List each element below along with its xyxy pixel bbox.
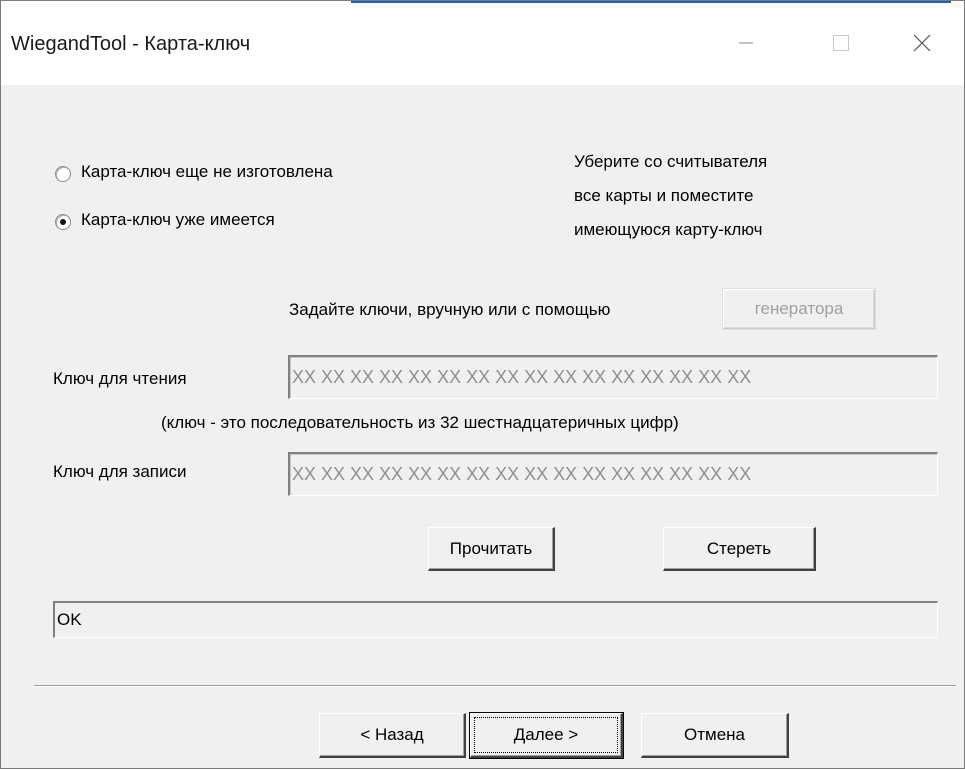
maximize-button[interactable]: [794, 1, 882, 85]
back-button[interactable]: < Назад: [319, 713, 466, 758]
minimize-icon: [739, 42, 753, 44]
footer-separator: [34, 685, 956, 687]
radio-card-not-made[interactable]: [55, 166, 71, 182]
generator-button[interactable]: генератора: [723, 289, 875, 329]
next-button[interactable]: Далее >: [469, 712, 624, 759]
radio-selected-dot: [60, 219, 66, 225]
instruction-line-3: имеющуюся карту-ключ: [574, 220, 763, 239]
status-field: OK: [53, 601, 938, 638]
cancel-button[interactable]: Отмена: [641, 713, 789, 758]
write-key-input[interactable]: XX XX XX XX XX XX XX XX XX XX XX XX XX X…: [288, 452, 938, 496]
minimize-button[interactable]: [701, 1, 789, 85]
read-button[interactable]: Прочитать: [428, 527, 555, 571]
instruction-line-1: Уберите со считывателя: [574, 152, 768, 171]
close-icon: [913, 34, 931, 52]
instruction-line-2: все карты и поместите: [574, 186, 754, 205]
read-key-input[interactable]: XX XX XX XX XX XX XX XX XX XX XX XX XX X…: [288, 355, 938, 399]
radio-card-not-made-label[interactable]: Карта-ключ еще не изготовлена: [81, 162, 333, 182]
window-accent-line: [351, 1, 951, 3]
title-bar[interactable]: WiegandTool - Карта-ключ: [1, 1, 964, 85]
wizard-content: Карта-ключ еще не изготовлена Карта-ключ…: [1, 85, 964, 768]
read-key-label: Ключ для чтения: [53, 369, 187, 388]
window-title: WiegandTool - Карта-ключ: [11, 33, 251, 55]
wizard-window: WiegandTool - Карта-ключ Карта-ключ еще …: [0, 0, 965, 769]
radio-card-exists-label[interactable]: Карта-ключ уже имеется: [81, 210, 275, 230]
focus-rectangle: [474, 717, 618, 753]
key-hint: (ключ - это последовательность из 32 шес…: [161, 413, 679, 432]
keys-prompt: Задайте ключи, вручную или с помощью: [289, 300, 611, 319]
erase-button[interactable]: Стереть: [663, 527, 816, 571]
maximize-icon: [833, 35, 849, 51]
radio-card-exists[interactable]: [55, 214, 71, 230]
close-button[interactable]: [876, 1, 964, 85]
write-key-label: Ключ для записи: [53, 462, 187, 481]
